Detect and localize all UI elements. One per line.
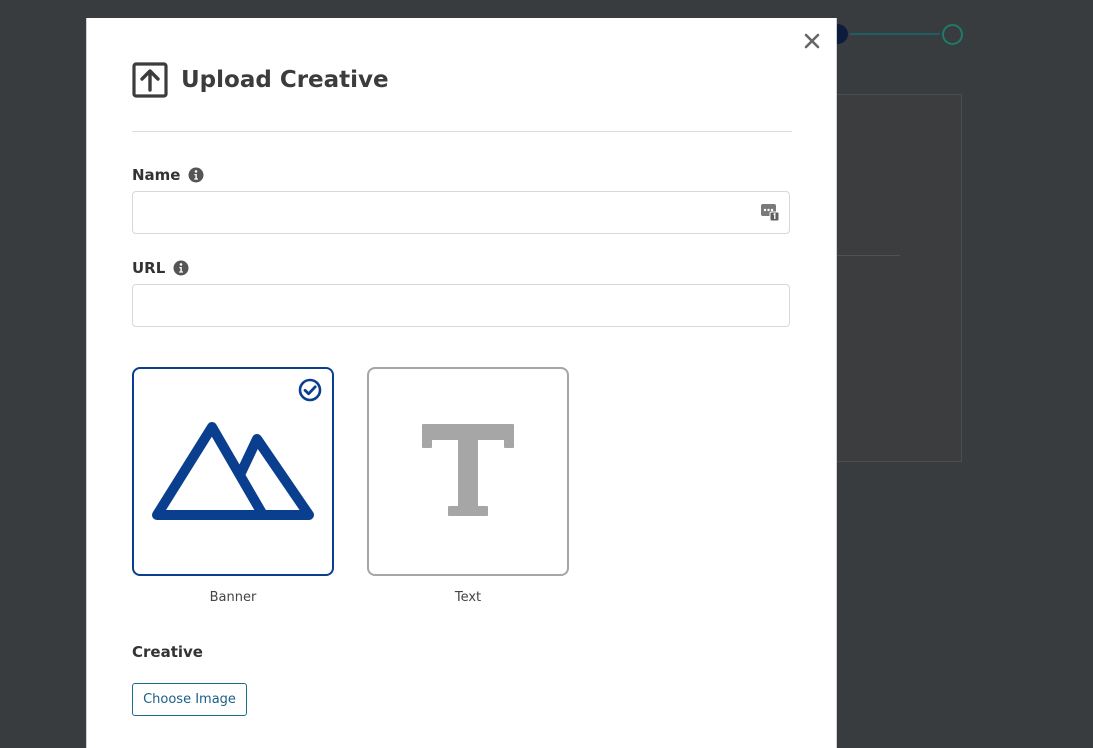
background-divider: [836, 255, 900, 256]
url-input[interactable]: [132, 284, 790, 327]
info-icon[interactable]: [188, 167, 204, 183]
autofill-icon[interactable]: [760, 202, 780, 222]
mountain-image-icon: [152, 422, 314, 520]
close-button[interactable]: [801, 30, 823, 52]
creative-type-banner-label: Banner: [209, 590, 257, 605]
background-panel: [836, 94, 962, 462]
name-label: Name: [132, 166, 181, 184]
creative-label: Creative: [132, 643, 203, 661]
choose-image-button[interactable]: Choose Image: [132, 683, 247, 716]
name-input[interactable]: [132, 191, 790, 234]
title-divider: [132, 131, 792, 132]
info-icon[interactable]: [173, 260, 189, 276]
name-label-row: Name: [132, 165, 204, 185]
stepper-connector: [850, 33, 940, 35]
modal-title: Upload Creative: [181, 67, 389, 93]
upload-creative-modal: Upload Creative Name URL Banner Text Cre…: [86, 18, 837, 748]
text-type-icon: [422, 424, 514, 516]
creative-type-text-label: Text: [454, 590, 482, 605]
creative-type-text-card[interactable]: [367, 367, 569, 576]
stepper-dot-next: [942, 24, 963, 45]
close-icon: [804, 33, 820, 49]
url-label: URL: [132, 259, 166, 277]
url-label-row: URL: [132, 258, 189, 278]
creative-type-banner-card[interactable]: [132, 367, 334, 576]
check-circle-icon: [298, 378, 322, 402]
upload-arrow-icon: [132, 62, 168, 98]
